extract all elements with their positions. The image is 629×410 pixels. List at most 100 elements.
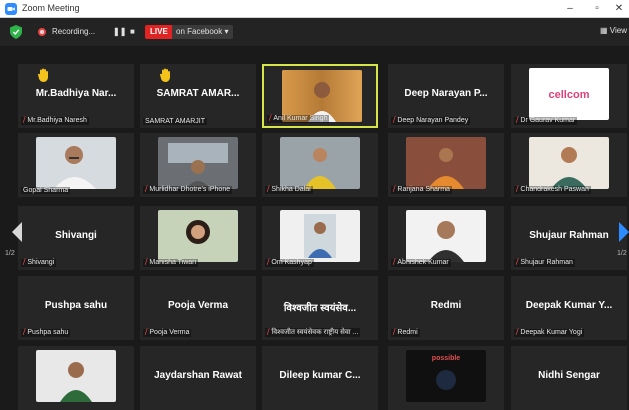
participant-name: Abhishek Kumar <box>397 259 449 266</box>
participant-tile[interactable]: Deep Narayan P... ⧸ Deep Narayan Pandey <box>388 64 504 128</box>
participant-name-tag: ⧸ Pushpa sahu <box>21 329 71 337</box>
zoom-app-icon <box>5 3 17 15</box>
participant-name: Manisha Tiwari <box>149 259 197 266</box>
participant-name: Shikha Dalal <box>271 186 311 193</box>
participant-tile[interactable]: ⧸ Anil Kumar Singh <box>262 64 378 128</box>
participant-name-tag: ⧸ Abhishek Kumar <box>391 259 451 267</box>
muted-mic-icon: ⧸ <box>23 117 26 124</box>
participant-video <box>158 210 238 262</box>
participant-tile[interactable]: ⧸ Chandrakesh Paswan <box>511 133 627 197</box>
stop-recording-button[interactable]: ■ <box>130 27 135 36</box>
participant-display-name: SAMRAT AMAR... <box>156 88 240 99</box>
live-badge: LIVE <box>145 25 173 39</box>
participant-display-name: Pooja Verma <box>167 300 229 311</box>
participant-tile[interactable]: Redmi ⧸ Redmi <box>388 276 504 340</box>
participant-tile[interactable]: ⧸ Shikha Dalal <box>262 133 378 197</box>
participant-tile[interactable]: Pushpa sahu ⧸ Pushpa sahu <box>18 276 134 340</box>
participant-video <box>36 137 116 189</box>
participant-display-name: Pushpa sahu <box>44 300 108 311</box>
participant-display-name: Mr.Badhiya Nar... <box>35 88 117 99</box>
participant-tile[interactable] <box>18 346 134 410</box>
participant-video <box>406 210 486 262</box>
muted-mic-icon: ⧸ <box>23 259 26 266</box>
pause-recording-button[interactable]: ❚❚ <box>113 27 126 36</box>
participant-video <box>280 137 360 189</box>
participant-name: Pushpa sahu <box>27 329 69 336</box>
participant-name: विश्वजीत स्वयंसेवक राष्ट्रीय सेवा ... <box>271 329 359 336</box>
participant-tile[interactable]: Deepak Kumar Y... ⧸ Deepak Kumar Yogi <box>511 276 627 340</box>
page-indicator-right: 1/2 <box>617 250 627 257</box>
participant-display-name: Nidhi Sengar <box>538 370 600 381</box>
participant-tile[interactable]: Jaydarshan Rawat <box>140 346 256 410</box>
muted-mic-icon: ⧸ <box>267 329 270 336</box>
participant-tile[interactable]: ⧸ Om Kashyap <box>262 206 378 270</box>
participant-name-tag: ⧸ विश्वजीत स्वयंसेवक राष्ट्रीय सेवा ... <box>265 328 361 337</box>
participant-name: Pooja Verma <box>149 329 190 336</box>
view-label: View <box>609 26 627 35</box>
participant-name-tag: SAMRAT AMARJIT <box>143 118 208 125</box>
participant-video <box>158 137 238 189</box>
recording-status: Recording... <box>52 27 96 36</box>
participant-tile[interactable]: ⧸ Ranjana Sharma <box>388 133 504 197</box>
participant-name: SAMRAT AMARJIT <box>145 118 206 125</box>
video-logo-text: possible <box>432 355 461 362</box>
participant-name: Deepak Kumar Yogi <box>520 329 583 336</box>
participant-name-tag: ⧸ Mr.Badhiya Naresh <box>21 117 89 125</box>
participant-tile[interactable]: ⧸ Manisha Tiwari <box>140 206 256 270</box>
participant-tile[interactable]: Shivangi ⧸ Shivangi <box>18 206 134 270</box>
participant-tile[interactable]: ⧸ Murlidhar Dhotre's iPhone <box>140 133 256 197</box>
page-indicator-left: 1/2 <box>5 250 15 257</box>
participant-tile[interactable]: Gopal Sharma <box>18 133 134 197</box>
participant-display-name: Redmi <box>430 300 462 311</box>
next-page-arrow-icon[interactable] <box>619 222 629 242</box>
participant-name: Anil Kumar Singh <box>273 115 328 122</box>
participant-tile[interactable]: विश्वजीत स्वयंसेव... ⧸ विश्वजीत स्वयंसेवक … <box>262 276 378 340</box>
maximize-button[interactable]: ▫ <box>589 2 605 16</box>
close-button[interactable]: ✕ <box>611 2 627 16</box>
muted-mic-icon: ⧸ <box>516 259 519 266</box>
participant-display-name: Dileep kumar C... <box>279 370 361 381</box>
participant-video: cellcom <box>529 68 609 120</box>
participant-name-tag: ⧸ Anil Kumar Singh <box>267 115 330 123</box>
participant-name-tag: ⧸ Manisha Tiwari <box>143 259 199 267</box>
participant-tile[interactable]: cellcom ⧸ Dr Gaurav Kumar <box>511 64 627 128</box>
view-button[interactable]: ▦ View <box>600 26 627 35</box>
shield-icon[interactable] <box>10 25 22 39</box>
participant-name: Shivangi <box>27 259 55 266</box>
participant-display-name: Deep Narayan P... <box>404 88 488 99</box>
participant-name: Ranjana Sharma <box>397 186 450 193</box>
participant-name: Gopal Sharma <box>23 187 69 194</box>
participant-name-tag: ⧸ Om Kashyap <box>265 259 314 267</box>
minimize-button[interactable]: – <box>562 2 578 16</box>
participant-name: Mr.Badhiya Naresh <box>27 117 87 124</box>
muted-mic-icon: ⧸ <box>393 329 396 336</box>
participant-name: Redmi <box>397 329 418 336</box>
participant-video <box>406 137 486 189</box>
participant-display-name: विश्वजीत स्वयंसेव... <box>283 303 357 314</box>
previous-page-arrow-icon[interactable] <box>12 222 22 242</box>
participant-tile[interactable]: Shujaur Rahman ⧸ Shujaur Rahman <box>511 206 627 270</box>
muted-mic-icon: ⧸ <box>393 186 396 193</box>
participant-tile[interactable]: Pooja Verma ⧸ Pooja Verma <box>140 276 256 340</box>
live-destination-dropdown[interactable]: on Facebook ▾ <box>172 25 233 39</box>
participant-video <box>280 210 360 262</box>
participant-name: Murlidhar Dhotre's iPhone <box>149 186 231 193</box>
participant-tile[interactable]: Nidhi Sengar <box>511 346 627 410</box>
participant-display-name: Jaydarshan Rawat <box>154 370 242 381</box>
participant-display-name: Deepak Kumar Y... <box>525 300 613 311</box>
muted-mic-icon: ⧸ <box>516 186 519 193</box>
participant-tile[interactable]: Mr.Badhiya Nar... ⧸ Mr.Badhiya Naresh <box>18 64 134 128</box>
participant-tile[interactable]: ⧸ Abhishek Kumar <box>388 206 504 270</box>
participant-name-tag: ⧸ Shivangi <box>21 259 57 267</box>
muted-mic-icon: ⧸ <box>516 329 519 336</box>
participant-tile[interactable]: SAMRAT AMAR... SAMRAT AMARJIT <box>140 64 256 128</box>
muted-mic-icon: ⧸ <box>393 117 396 124</box>
participant-name-tag: ⧸ Dr Gaurav Kumar <box>514 117 578 125</box>
participant-tile[interactable]: Dileep kumar C... <box>262 346 378 410</box>
participant-tile[interactable]: possible <box>388 346 504 410</box>
raised-hand-icon <box>38 68 48 82</box>
muted-mic-icon: ⧸ <box>267 259 270 266</box>
muted-mic-icon: ⧸ <box>145 259 148 266</box>
participant-name: Dr Gaurav Kumar <box>520 117 576 124</box>
participant-video: possible <box>406 350 486 402</box>
